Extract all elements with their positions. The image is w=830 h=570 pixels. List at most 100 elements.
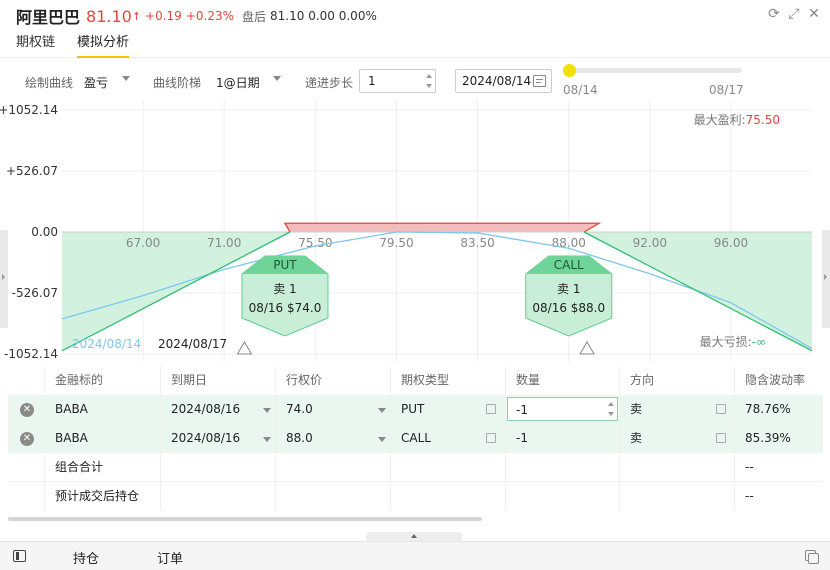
strike-select[interactable]: 88.0 xyxy=(276,424,391,453)
up-arrow-icon: ↑ xyxy=(131,9,142,23)
quantity-value[interactable]: -1 xyxy=(506,424,620,453)
horizontal-scrollbar[interactable] xyxy=(8,517,482,521)
x-tick-label: 79.50 xyxy=(379,236,413,250)
after-hours-value: 81.10 0.00 0.00% xyxy=(270,9,377,23)
chevron-down-icon[interactable] xyxy=(378,408,386,413)
leg-type: CALL xyxy=(554,258,584,272)
summary-label: 预计成交后持仓 xyxy=(45,482,161,511)
col-direction: 方向 xyxy=(620,366,735,395)
stepper-down-icon[interactable] xyxy=(608,412,614,416)
max-loss-text: 最大亏损:-∞ xyxy=(700,335,766,349)
edit-icon[interactable] xyxy=(486,404,496,414)
stepper-up-icon[interactable] xyxy=(608,402,614,406)
x-tick-label: 67.00 xyxy=(126,236,160,250)
summary-iv: -- xyxy=(745,460,754,474)
col-strike: 行权价 xyxy=(276,366,391,395)
tab-bar: 期权链 模拟分析 xyxy=(0,32,830,58)
date-slider-handle[interactable] xyxy=(563,64,576,77)
leg-action: 卖 1 xyxy=(557,282,580,296)
curve-label: 绘制曲线 xyxy=(25,76,74,90)
after-hours-label: 盘后 xyxy=(242,9,267,24)
chevron-down-icon[interactable] xyxy=(263,437,271,442)
ladder-select[interactable]: 1@日期 xyxy=(216,74,260,91)
tab-option-chain[interactable]: 期权链 xyxy=(16,32,55,58)
edit-icon[interactable] xyxy=(716,433,726,443)
date-value[interactable]: 2024/08/14 xyxy=(462,74,531,88)
profit-area xyxy=(284,223,600,232)
refresh-icon[interactable]: ⟳ xyxy=(766,6,782,22)
legend-today: 2024/08/14 xyxy=(72,337,141,351)
leg-detail: 08/16 $88.0 xyxy=(532,301,605,315)
breakeven-marker-icon xyxy=(236,341,253,355)
edit-icon[interactable] xyxy=(486,433,496,443)
table-row: 组合合计 -- xyxy=(8,453,823,482)
leg-detail: 08/16 $74.0 xyxy=(249,301,322,315)
close-icon[interactable]: ✕ xyxy=(806,6,822,22)
stepper-up-icon[interactable] xyxy=(426,74,432,78)
expiry-select[interactable]: 2024/08/16 xyxy=(161,424,276,453)
chevron-down-icon[interactable] xyxy=(122,76,130,81)
implied-vol: 85.39% xyxy=(745,431,791,445)
date-slider-track[interactable] xyxy=(568,68,742,73)
summary-label: 组合合计 xyxy=(45,453,161,482)
chevron-up-icon xyxy=(411,534,417,538)
remove-icon[interactable]: ✕ xyxy=(20,403,34,417)
summary-iv: -- xyxy=(745,489,754,503)
remove-icon[interactable]: ✕ xyxy=(20,432,34,446)
curve-select[interactable]: 盈亏 xyxy=(84,74,108,91)
x-tick-label: 71.00 xyxy=(207,236,241,250)
max-profit-text: 最大盈利:75.50 xyxy=(694,113,780,127)
legend-expiry: 2024/08/17 xyxy=(158,337,227,351)
table-header: 金融标的 到期日 行权价 期权类型 数量 方向 隐含波动率 xyxy=(8,366,823,395)
table-row: ✕ BABA 2024/08/16 74.0 PUT -1 卖 78.76% xyxy=(8,395,823,424)
pnl-chart[interactable]: +1052.14 +526.07 0.00 -526.07 -1052.14 67.00 7… xyxy=(0,100,830,362)
chevron-down-icon[interactable] xyxy=(273,76,281,81)
col-symbol: 金融标的 xyxy=(45,366,161,395)
stock-name: 阿里巴巴 xyxy=(16,8,81,27)
collapse-panel-button[interactable] xyxy=(366,532,462,541)
col-expiry: 到期日 xyxy=(161,366,276,395)
expiry-select[interactable]: 2024/08/16 xyxy=(161,395,276,424)
tab-orders[interactable]: 订单 xyxy=(157,548,183,567)
step-label: 递进步长 xyxy=(305,76,354,90)
x-tick-label: 92.00 xyxy=(633,236,667,250)
y-tick-label: 0.00 xyxy=(31,225,58,239)
date-picker[interactable]: 2024/08/14 xyxy=(455,69,552,93)
right-panel-handle[interactable] xyxy=(822,230,830,328)
y-tick-label: -526.07 xyxy=(12,286,58,300)
implied-vol: 78.76% xyxy=(745,402,791,416)
price-change-pct: +0.23% xyxy=(185,9,235,23)
tab-holdings[interactable]: 持仓 xyxy=(73,548,99,567)
leg-type: PUT xyxy=(273,258,297,272)
stock-price: 81.10 xyxy=(86,6,132,26)
panel-toggle-icon[interactable] xyxy=(13,550,26,562)
chevron-down-icon[interactable] xyxy=(378,437,386,442)
col-qty: 数量 xyxy=(506,366,620,395)
controls-bar: 绘制曲线 盈亏 曲线阶梯 1@日期 递进步长 1 2024/08/14 08/1… xyxy=(0,64,830,98)
fullscreen-icon[interactable]: ⤢ xyxy=(786,6,802,22)
stepper-down-icon[interactable] xyxy=(426,84,432,88)
x-tick-label: 96.00 xyxy=(714,236,748,250)
step-stepper[interactable]: 1 xyxy=(359,69,436,93)
quantity-stepper[interactable]: -1 xyxy=(507,397,618,421)
quantity-value[interactable]: -1 xyxy=(516,402,528,418)
chevron-down-icon[interactable] xyxy=(263,408,271,413)
slider-end-label: 08/17 xyxy=(709,83,744,97)
calendar-icon[interactable] xyxy=(533,75,546,87)
edit-icon[interactable] xyxy=(716,404,726,414)
quote-header: 阿里巴巴 81.10 ↑ +0.19 +0.23% 盘后 81.10 0.00 … xyxy=(0,0,830,32)
slider-start-label: 08/14 xyxy=(563,83,598,97)
table-row: 预计成交后持仓 -- xyxy=(8,482,823,511)
copy-icon[interactable] xyxy=(805,550,819,564)
step-value[interactable]: 1 xyxy=(368,74,376,88)
table-row: ✕ BABA 2024/08/16 88.0 CALL -1 卖 85.39% xyxy=(8,424,823,453)
row-symbol: BABA xyxy=(45,424,161,453)
y-tick-label: -1052.14 xyxy=(4,347,58,361)
tab-simulation[interactable]: 模拟分析 xyxy=(77,32,130,58)
x-tick-label: 83.50 xyxy=(460,236,494,250)
ladder-label: 曲线阶梯 xyxy=(153,76,202,90)
strike-select[interactable]: 74.0 xyxy=(276,395,391,424)
price-change: +0.19 xyxy=(145,9,182,23)
left-panel-handle[interactable] xyxy=(0,230,8,328)
x-tick-label: 75.50 xyxy=(298,236,332,250)
